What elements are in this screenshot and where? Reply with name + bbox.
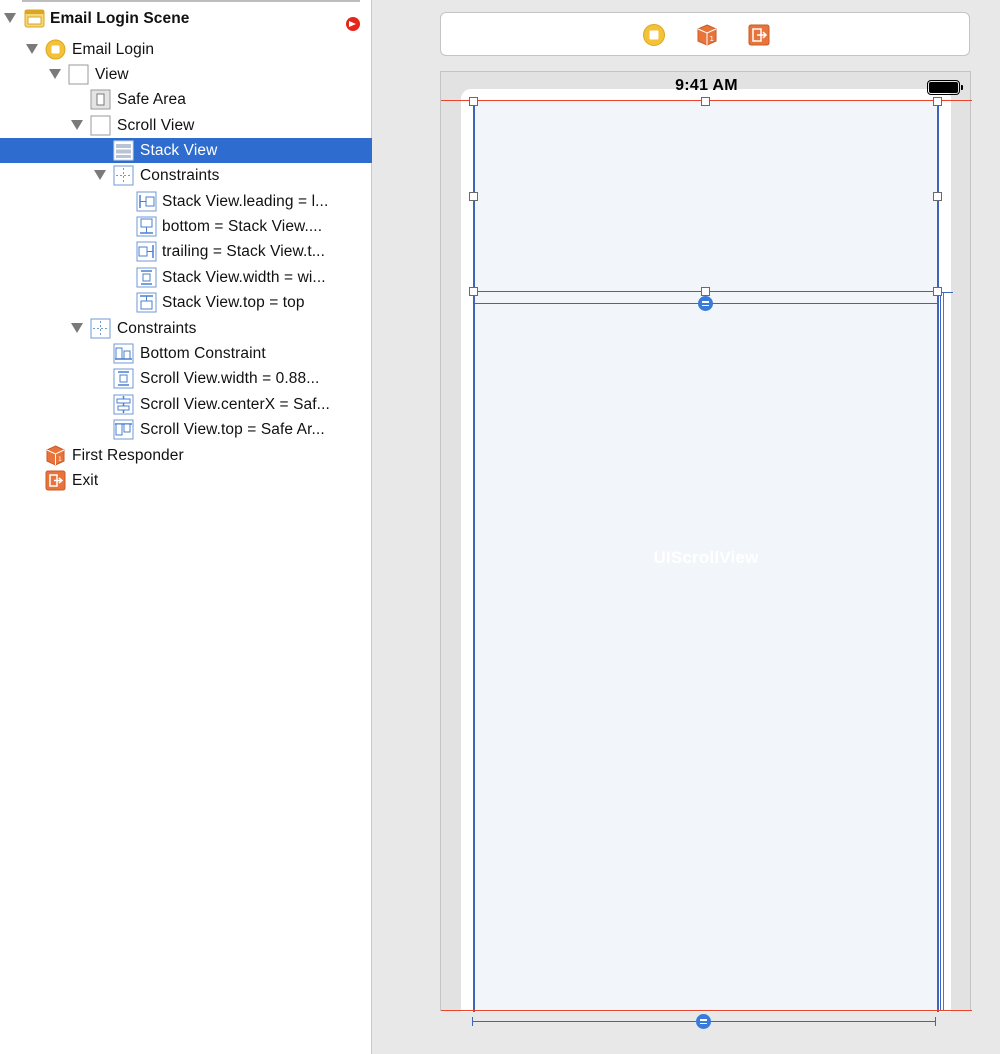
outline-item-label: Scroll View [117,117,195,134]
outline-divider [22,0,360,2]
trailing-constraint-icon [136,241,157,262]
stack-view-selection[interactable] [473,101,939,292]
outline-item-label: Scroll View.centerX = Saf... [140,396,330,413]
disclosure-triangle-icon[interactable] [26,44,38,54]
leading-constraint-icon [136,191,157,212]
constraints-icon [113,165,134,186]
outline-item-constraints[interactable]: Constraints [0,163,372,188]
outline-item-label: Scroll View.width = 0.88... [140,370,320,387]
iphone-device-frame[interactable]: 9:41 AM UIScrollView [440,71,972,1012]
width-constraint-icon [113,368,134,389]
outline-item-label: Email Login [72,41,155,58]
outline-item-first-responder[interactable]: 1 First Responder [0,443,372,468]
outline-item-constraint-top[interactable]: Stack View.top = top [0,290,372,315]
view-controller-icon[interactable] [642,23,666,47]
resize-handle-right[interactable] [933,192,942,201]
outline-item-label: bottom = Stack View.... [162,218,323,235]
disclosure-triangle-icon[interactable] [4,13,16,23]
first-responder-icon[interactable]: 1 [695,23,719,47]
width-constraint-tick-left [472,1017,473,1026]
stack-view-icon [113,140,134,161]
safe-area-icon [90,89,111,110]
disclosure-triangle-icon[interactable] [49,69,61,79]
outline-item-label: Email Login Scene [50,10,190,27]
outline-item-constraint-width[interactable]: Stack View.width = wi... [0,265,372,290]
bottom-constraint-icon [136,216,157,237]
outline-item-label: Scroll View.top = Safe Ar... [140,421,325,438]
safe-area-right-guide [943,292,944,1010]
first-responder-icon: 1 [45,445,66,466]
outline-item-label: trailing = Stack View.t... [162,243,325,260]
resize-handle-top-left[interactable] [469,97,478,106]
svg-text:1: 1 [58,456,62,463]
outline-item-scroll-view[interactable]: Scroll View [0,113,372,138]
outline-item-label: Exit [72,472,99,489]
width-constraint-tick-right [935,1017,936,1026]
disclosure-triangle-icon[interactable] [94,170,106,180]
disclosure-triangle-icon[interactable] [71,120,83,130]
exit-icon [45,470,66,491]
outline-item-label: Safe Area [117,91,186,108]
resize-handle-bottom-left[interactable] [469,287,478,296]
outline-item-safe-area[interactable]: Safe Area [0,87,372,112]
outline-item-label: First Responder [72,447,184,464]
outline-item-stack-view[interactable]: Stack View [0,138,372,163]
outline-item-label: Stack View.width = wi... [162,269,326,286]
exit-icon[interactable] [747,23,771,47]
trailing-constraint-guide [940,292,941,1010]
disclosure-triangle-icon[interactable] [71,323,83,333]
outline-item-label: Constraints [140,167,220,184]
scroll-view-placeholder-label: UIScrollView [653,548,759,567]
document-outline: Email Login Scene Email Login View Safe … [0,0,372,1054]
view-icon [90,115,111,136]
outline-item-scroll-view-top[interactable]: Scroll View.top = Safe Ar... [0,417,372,442]
resize-handle-bottom[interactable] [701,287,710,296]
scene-dock: 1 [440,12,970,56]
outline-item-exit[interactable]: Exit [0,468,372,493]
resize-handle-top-right[interactable] [933,97,942,106]
view-controller-icon [45,39,66,60]
safe-area-bottom-guide [441,1010,972,1011]
constraints-icon [90,318,111,339]
outline-item-label: Stack View.leading = l... [162,193,329,210]
outline-item-scroll-view-width[interactable]: Scroll View.width = 0.88... [0,366,372,391]
outline-item-view[interactable]: View [0,62,372,87]
outline-item-constraint-leading[interactable]: Stack View.leading = l... [0,189,372,214]
outline-item-scroll-view-centerx[interactable]: Scroll View.centerX = Saf... [0,392,372,417]
outline-item-constraints[interactable]: Constraints [0,316,372,341]
warning-arrow-icon[interactable] [346,17,360,31]
svg-text:1: 1 [710,35,714,43]
resize-handle-left[interactable] [469,192,478,201]
outline-item-constraint-trailing[interactable]: trailing = Stack View.t... [0,239,372,264]
view-icon [68,64,89,85]
outline-item-email-login-scene[interactable]: Email Login Scene [0,6,372,31]
resize-handle-bottom-right[interactable] [933,287,942,296]
outline-item-label: Stack View [140,142,218,159]
equal-constraint-badge[interactable] [698,296,713,311]
resize-handle-top[interactable] [701,97,710,106]
outline-item-label: View [95,66,129,83]
battery-icon [927,80,963,95]
center-x-constraint-icon [113,394,134,415]
width-constraint-icon [136,267,157,288]
scene-icon [24,8,45,29]
bottom-align-constraint-icon [113,343,134,364]
outline-item-label: Stack View.top = top [162,294,305,311]
status-bar-time: 9:41 AM [675,77,738,94]
outline-item-bottom-constraint[interactable]: Bottom Constraint [0,341,372,366]
top-align-constraint-icon [113,419,134,440]
outline-item-label: Bottom Constraint [140,345,266,362]
outline-item-constraint-bottom[interactable]: bottom = Stack View.... [0,214,372,239]
top-constraint-icon [136,292,157,313]
storyboard-canvas[interactable]: 1 9:41 AM UIScrollView [373,0,1000,1054]
outline-item-email-login[interactable]: Email Login [0,37,372,62]
outline-item-label: Constraints [117,320,197,337]
equal-width-badge[interactable] [696,1014,711,1029]
